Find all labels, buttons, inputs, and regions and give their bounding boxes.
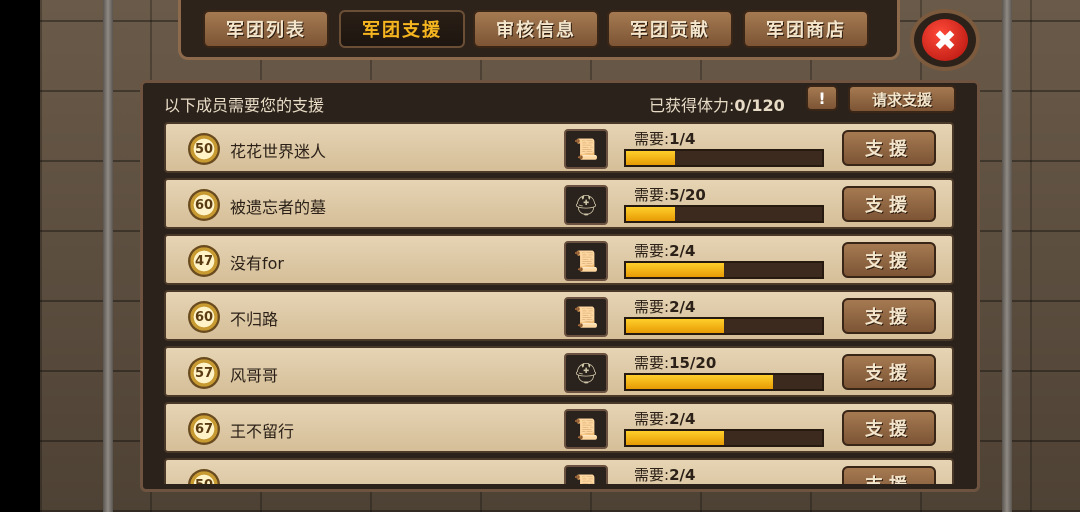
progress-fill [626,319,724,333]
need-label: 需要: [634,466,670,484]
level-badge: 50 [188,469,220,484]
member-row: 50 📜 需要:2/4 支援 [164,458,954,484]
tab-bar: 军团列表 军团支援 审核信息 军团贡献 军团商店 [178,0,900,60]
progress-bar [624,373,824,391]
stamina-value: 0/120 [734,96,785,115]
member-name: 被遗忘者的墓 [230,198,327,217]
scroll-icon[interactable]: 📜 [564,409,608,449]
progress-fill [626,263,724,277]
level-badge: 67 [188,413,220,445]
level-badge: 60 [188,301,220,333]
member-name: 不归路 [230,310,279,329]
helmet-icon[interactable]: ⛑ [564,353,608,393]
member-row: 67 王不留行 📜 需要:2/4 支援 [164,402,954,453]
progress-fill [626,375,773,389]
helmet-icon[interactable]: ⛑ [564,185,608,225]
need-text: 需要:2/4 [634,464,695,484]
member-name: 花花世界迷人 [230,142,327,161]
member-list[interactable]: 50 花花世界迷人 📜 需要:1/4 支援 60 被遗忘者的墓 ⛑ 需要:5/2… [164,122,956,484]
member-row: 60 被遗忘者的墓 ⛑ 需要:5/20 支援 [164,178,954,229]
need-value: 15/20 [669,354,717,372]
progress-bar [624,261,824,279]
rope-right [1002,0,1012,512]
level-badge: 60 [188,189,220,221]
need-text: 需要:2/4 [634,240,695,261]
member-name: 王不留行 [230,422,295,441]
progress-fill [626,207,675,221]
header-title: 以下成员需要您的支援 [164,96,325,115]
support-button[interactable]: 支援 [842,242,936,278]
member-name: 风哥哥 [230,366,279,385]
need-text: 需要:5/20 [634,184,706,205]
scroll-icon[interactable]: 📜 [564,241,608,281]
progress-bar [624,149,824,167]
request-support-button[interactable]: 请求支援 [848,85,956,113]
support-button[interactable]: 支援 [842,130,936,166]
need-label: 需要: [634,298,670,316]
need-label: 需要: [634,130,670,148]
tab-legion-shop[interactable]: 军团商店 [743,10,869,48]
progress-fill [626,151,675,165]
scroll-icon[interactable]: 📜 [564,297,608,337]
close-icon: ✖ [922,19,968,61]
progress-bar [624,429,824,447]
close-button[interactable]: ✖ [910,9,980,71]
need-text: 需要:15/20 [634,352,716,373]
need-text: 需要:2/4 [634,296,695,317]
help-button[interactable]: ! [806,85,838,111]
member-row: 60 不归路 📜 需要:2/4 支援 [164,290,954,341]
support-button[interactable]: 支援 [842,186,936,222]
tab-legion-contribution[interactable]: 军团贡献 [607,10,733,48]
need-value: 5/20 [669,186,706,204]
need-label: 需要: [634,186,670,204]
member-row: 57 风哥哥 ⛑ 需要:15/20 支援 [164,346,954,397]
need-value: 1/4 [669,130,696,148]
need-value: 2/4 [669,298,696,316]
need-value: 2/4 [669,242,696,260]
level-badge: 50 [188,133,220,165]
stamina-label: 已获得体力: [649,96,735,115]
need-label: 需要: [634,242,670,260]
member-row: 47 没有for 📜 需要:2/4 支援 [164,234,954,285]
panel-header: 以下成员需要您的支援 已获得体力:0/120 ! 请求支援 [164,85,960,118]
support-button[interactable]: 支援 [842,298,936,334]
progress-bar [624,317,824,335]
tab-legion-list[interactable]: 军团列表 [203,10,329,48]
level-badge: 47 [188,245,220,277]
need-text: 需要:1/4 [634,128,695,149]
need-text: 需要:2/4 [634,408,695,429]
tab-legion-support[interactable]: 军团支援 [339,10,465,48]
tab-review-info[interactable]: 审核信息 [473,10,599,48]
member-row: 50 花花世界迷人 📜 需要:1/4 支援 [164,122,954,173]
scroll-icon[interactable]: 📜 [564,129,608,169]
need-label: 需要: [634,410,670,428]
support-button[interactable]: 支援 [842,466,936,484]
level-badge: 57 [188,357,220,389]
scroll-icon[interactable]: 📜 [564,465,608,484]
progress-bar [624,205,824,223]
support-button[interactable]: 支援 [842,410,936,446]
progress-fill [626,431,724,445]
support-button[interactable]: 支援 [842,354,936,390]
rope-left [103,0,113,512]
need-value: 2/4 [669,466,696,484]
stamina-counter: 已获得体力:0/120 [649,92,785,116]
need-value: 2/4 [669,410,696,428]
member-name: 没有for [230,254,285,273]
need-label: 需要: [634,354,670,372]
